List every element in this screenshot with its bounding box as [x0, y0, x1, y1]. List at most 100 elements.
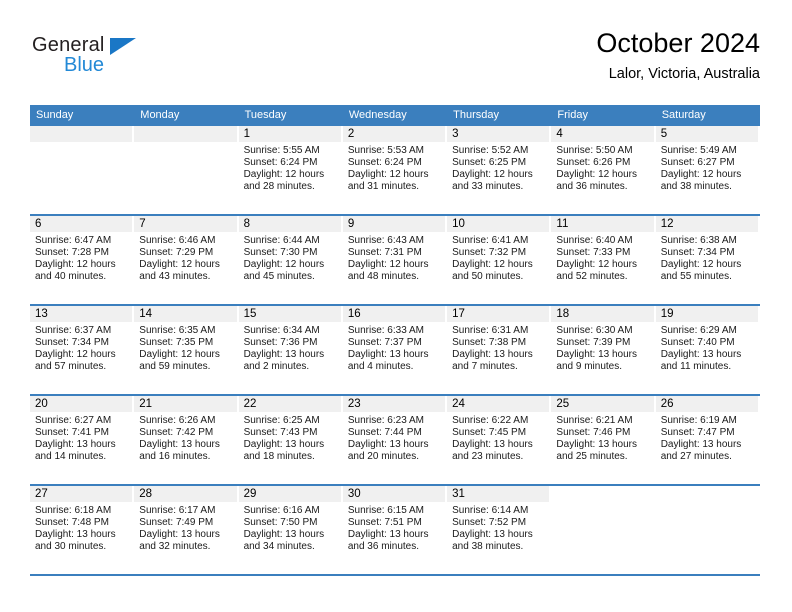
day-number-band: 25 — [551, 396, 654, 412]
day-info: Sunrise: 6:35 AM Sunset: 7:35 PM Dayligh… — [134, 322, 238, 373]
day-cell[interactable]: 25 Sunrise: 6:21 AM Sunset: 7:46 PM Dayl… — [551, 396, 656, 484]
day-cell[interactable] — [551, 486, 656, 574]
daylight-text: Daylight: 12 hours and 59 minutes. — [139, 349, 220, 373]
day-cell[interactable]: 7 Sunrise: 6:46 AM Sunset: 7:29 PM Dayli… — [134, 216, 239, 304]
week-row: 20 Sunrise: 6:27 AM Sunset: 7:41 PM Dayl… — [30, 396, 760, 486]
daylight-text: Daylight: 12 hours and 28 minutes. — [243, 169, 325, 193]
day-cell[interactable]: 9 Sunrise: 6:43 AM Sunset: 7:31 PM Dayli… — [342, 216, 448, 304]
day-cell[interactable]: 4 Sunrise: 5:50 AM Sunset: 6:26 PM Dayli… — [551, 126, 656, 214]
day-cell[interactable] — [134, 126, 239, 214]
day-cell[interactable]: 19 Sunrise: 6:29 AM Sunset: 7:40 PM Dayl… — [655, 306, 760, 394]
sunrise-text: Sunrise: 6:40 AM — [556, 235, 633, 246]
daylight-text: Daylight: 12 hours and 40 minutes. — [35, 259, 116, 283]
sunset-text: Sunset: 7:44 PM — [347, 427, 422, 439]
sunrise-text: Sunrise: 6:43 AM — [347, 235, 424, 246]
day-cell[interactable]: 20 Sunrise: 6:27 AM Sunset: 7:41 PM Dayl… — [30, 396, 135, 484]
calendar-grid: Sunday Monday Tuesday Wednesday Thursday… — [30, 105, 760, 576]
day-cell[interactable]: 13 Sunrise: 6:37 AM Sunset: 7:34 PM Dayl… — [30, 306, 135, 394]
sunrise-text: Sunrise: 5:49 AM — [660, 145, 737, 156]
day-number: 23 — [347, 398, 361, 410]
day-number-band: 8 — [238, 216, 341, 232]
day-number-band: 16 — [342, 306, 446, 322]
day-cell[interactable]: 28 Sunrise: 6:17 AM Sunset: 7:49 PM Dayl… — [134, 486, 239, 574]
day-number: 26 — [660, 398, 674, 410]
sunrise-text: Sunrise: 6:16 AM — [243, 505, 320, 516]
day-cell[interactable]: 12 Sunrise: 6:38 AM Sunset: 7:34 PM Dayl… — [655, 216, 760, 304]
weekday-header-row: Sunday Monday Tuesday Wednesday Thursday… — [30, 105, 760, 126]
day-number-band: 13 — [30, 306, 133, 322]
day-number: 30 — [347, 488, 361, 500]
sunset-text: Sunset: 7:45 PM — [452, 427, 527, 439]
day-number: 18 — [556, 308, 570, 320]
day-cell[interactable]: 8 Sunrise: 6:44 AM Sunset: 7:30 PM Dayli… — [238, 216, 343, 304]
day-number: 25 — [556, 398, 570, 410]
day-info: Sunrise: 6:34 AM Sunset: 7:36 PM Dayligh… — [239, 322, 343, 373]
day-number-band: 9 — [342, 216, 446, 232]
sunset-text: Sunset: 7:33 PM — [556, 247, 631, 259]
day-cell[interactable]: 27 Sunrise: 6:18 AM Sunset: 7:48 PM Dayl… — [30, 486, 135, 574]
day-number-band: 30 — [342, 486, 446, 502]
day-cell[interactable]: 15 Sunrise: 6:34 AM Sunset: 7:36 PM Dayl… — [238, 306, 343, 394]
day-info: Sunrise: 6:43 AM Sunset: 7:31 PM Dayligh… — [343, 232, 447, 283]
day-cell[interactable] — [30, 126, 135, 214]
day-cell[interactable]: 3 Sunrise: 5:52 AM Sunset: 6:25 PM Dayli… — [447, 126, 552, 214]
day-cell[interactable]: 29 Sunrise: 6:16 AM Sunset: 7:50 PM Dayl… — [238, 486, 343, 574]
day-cell[interactable] — [655, 486, 760, 574]
day-info — [551, 502, 655, 505]
sunset-text: Sunset: 7:35 PM — [139, 337, 214, 349]
sunset-text: Sunset: 7:47 PM — [660, 427, 735, 439]
sunrise-text: Sunrise: 5:55 AM — [243, 145, 320, 156]
day-cell[interactable]: 11 Sunrise: 6:40 AM Sunset: 7:33 PM Dayl… — [551, 216, 656, 304]
day-number: 9 — [347, 218, 355, 230]
day-info: Sunrise: 5:53 AM Sunset: 6:24 PM Dayligh… — [343, 142, 447, 193]
sunrise-text: Sunrise: 5:50 AM — [556, 145, 633, 156]
daylight-text: Daylight: 12 hours and 57 minutes. — [35, 349, 116, 373]
day-info: Sunrise: 5:55 AM Sunset: 6:24 PM Dayligh… — [239, 142, 343, 193]
day-number-band: 11 — [551, 216, 654, 232]
daylight-text: Daylight: 13 hours and 25 minutes. — [556, 439, 638, 463]
page-subtitle: Lalor, Victoria, Australia — [608, 66, 760, 82]
day-number: 3 — [452, 128, 459, 140]
day-number: 12 — [660, 218, 674, 230]
day-number-band: 5 — [655, 126, 758, 142]
day-cell[interactable]: 2 Sunrise: 5:53 AM Sunset: 6:24 PM Dayli… — [342, 126, 448, 214]
day-number-band: 23 — [342, 396, 446, 412]
day-cell[interactable]: 17 Sunrise: 6:31 AM Sunset: 7:38 PM Dayl… — [447, 306, 552, 394]
sunrise-text: Sunrise: 5:52 AM — [452, 145, 529, 156]
day-cell[interactable]: 22 Sunrise: 6:25 AM Sunset: 7:43 PM Dayl… — [238, 396, 343, 484]
sunrise-text: Sunrise: 6:22 AM — [452, 415, 529, 426]
day-number: 5 — [660, 128, 668, 140]
day-info: Sunrise: 6:23 AM Sunset: 7:44 PM Dayligh… — [343, 412, 447, 463]
daylight-text: Daylight: 12 hours and 43 minutes. — [139, 259, 220, 283]
title-block: October 2024 Lalor, Victoria, Australia — [596, 26, 760, 85]
daylight-text: Daylight: 13 hours and 7 minutes. — [452, 349, 533, 373]
day-info: Sunrise: 6:15 AM Sunset: 7:51 PM Dayligh… — [343, 502, 447, 553]
day-cell[interactable]: 14 Sunrise: 6:35 AM Sunset: 7:35 PM Dayl… — [134, 306, 239, 394]
day-number: 1 — [243, 128, 250, 140]
day-cell[interactable]: 30 Sunrise: 6:15 AM Sunset: 7:51 PM Dayl… — [342, 486, 448, 574]
daylight-text: Daylight: 13 hours and 14 minutes. — [35, 439, 116, 463]
daylight-text: Daylight: 12 hours and 31 minutes. — [347, 169, 429, 193]
day-cell[interactable]: 31 Sunrise: 6:14 AM Sunset: 7:52 PM Dayl… — [447, 486, 552, 574]
day-number: 14 — [139, 308, 153, 320]
day-cell[interactable]: 23 Sunrise: 6:23 AM Sunset: 7:44 PM Dayl… — [342, 396, 448, 484]
day-cell[interactable]: 10 Sunrise: 6:41 AM Sunset: 7:32 PM Dayl… — [447, 216, 552, 304]
day-number: 10 — [452, 218, 465, 230]
day-cell[interactable]: 5 Sunrise: 5:49 AM Sunset: 6:27 PM Dayli… — [655, 126, 760, 214]
day-info: Sunrise: 5:50 AM Sunset: 6:26 PM Dayligh… — [551, 142, 655, 193]
day-cell[interactable]: 1 Sunrise: 5:55 AM Sunset: 6:24 PM Dayli… — [238, 126, 343, 214]
daylight-text: Daylight: 12 hours and 45 minutes. — [243, 259, 325, 283]
day-cell[interactable]: 6 Sunrise: 6:47 AM Sunset: 7:28 PM Dayli… — [30, 216, 135, 304]
sunset-text: Sunset: 7:38 PM — [452, 337, 527, 349]
day-number-band: 15 — [238, 306, 341, 322]
day-info: Sunrise: 6:37 AM Sunset: 7:34 PM Dayligh… — [30, 322, 134, 373]
day-cell[interactable]: 26 Sunrise: 6:19 AM Sunset: 7:47 PM Dayl… — [655, 396, 760, 484]
day-cell[interactable]: 21 Sunrise: 6:26 AM Sunset: 7:42 PM Dayl… — [134, 396, 239, 484]
day-cell[interactable]: 24 Sunrise: 6:22 AM Sunset: 7:45 PM Dayl… — [447, 396, 552, 484]
day-cell[interactable]: 16 Sunrise: 6:33 AM Sunset: 7:37 PM Dayl… — [342, 306, 448, 394]
day-info: Sunrise: 5:52 AM Sunset: 6:25 PM Dayligh… — [447, 142, 551, 193]
daylight-text: Daylight: 13 hours and 9 minutes. — [556, 349, 638, 373]
sunrise-text: Sunrise: 6:15 AM — [347, 505, 424, 516]
daylight-text: Daylight: 13 hours and 18 minutes. — [243, 439, 325, 463]
day-cell[interactable]: 18 Sunrise: 6:30 AM Sunset: 7:39 PM Dayl… — [551, 306, 656, 394]
